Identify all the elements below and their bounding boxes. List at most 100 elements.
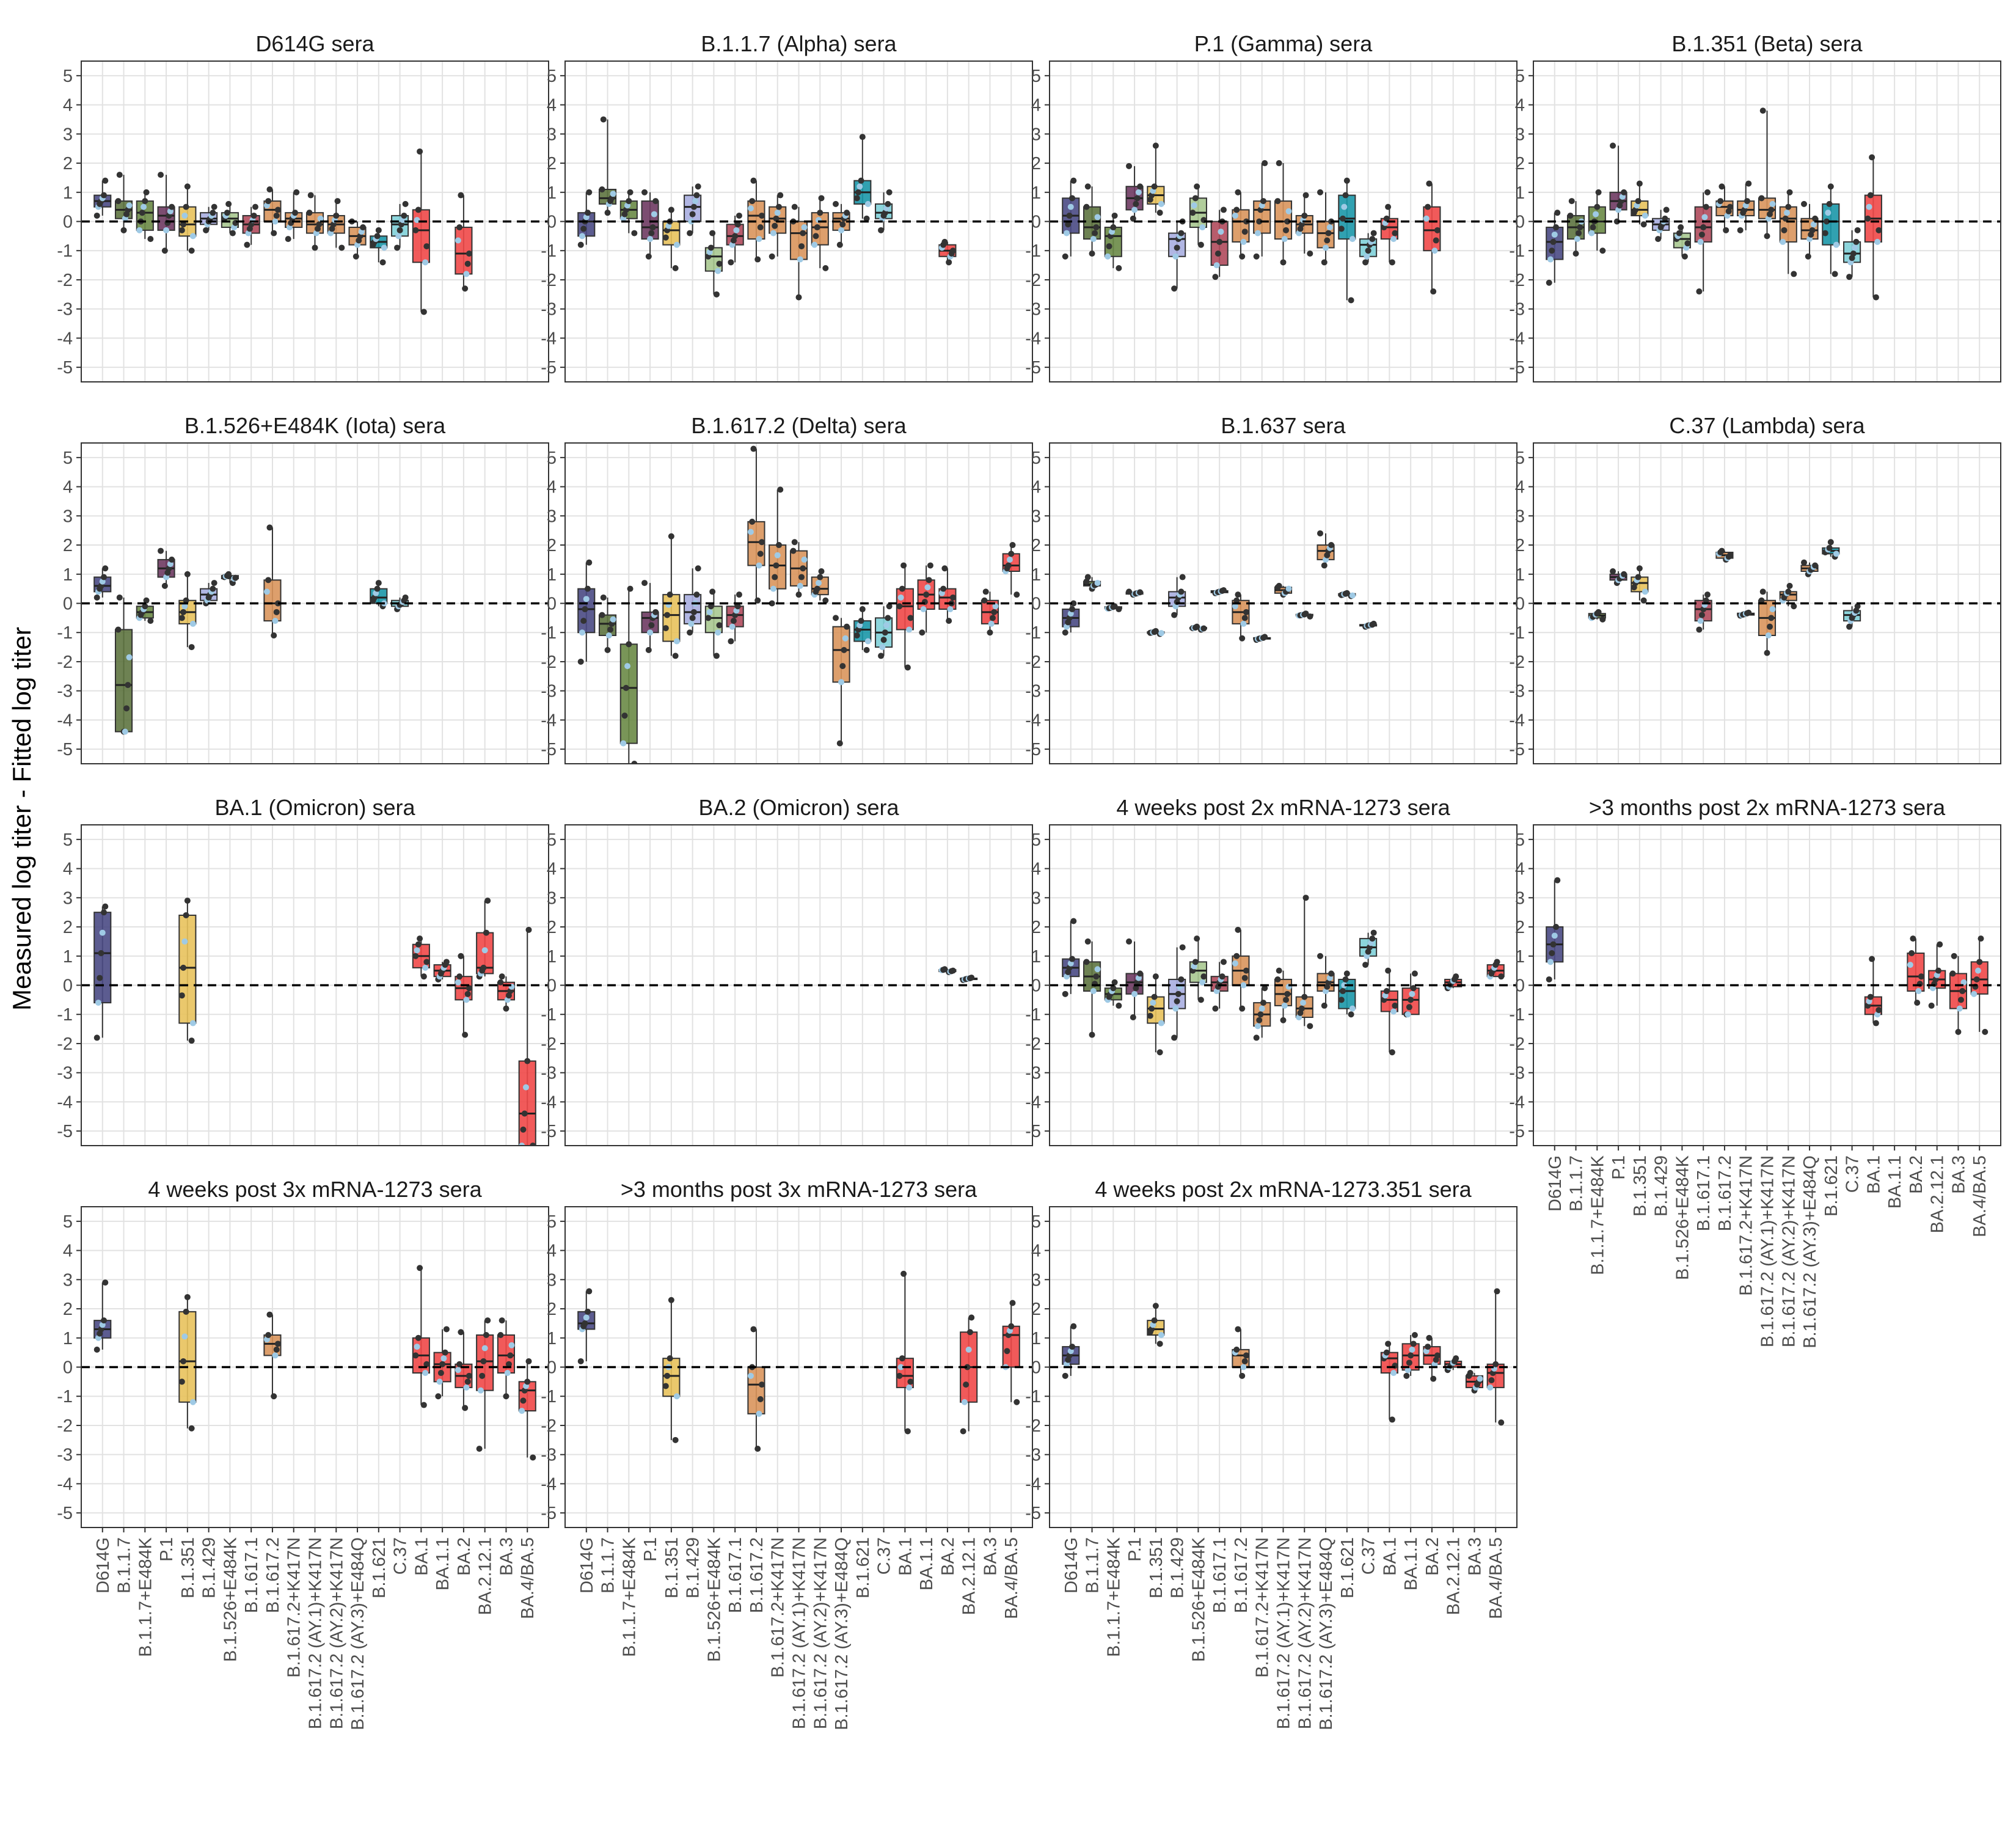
data-point	[102, 565, 109, 572]
data-point	[401, 212, 407, 219]
y-tick-label: 5	[1031, 448, 1041, 468]
x-tick-label: B.1.351	[1147, 1537, 1166, 1598]
data-point	[1199, 224, 1206, 231]
data-point	[1254, 230, 1261, 236]
data-point	[1105, 253, 1111, 260]
data-point	[1241, 615, 1248, 621]
data-point	[142, 198, 148, 205]
data-point	[1349, 592, 1356, 599]
data-point	[1745, 180, 1752, 187]
data-point	[651, 211, 657, 218]
data-point	[141, 203, 147, 210]
data-point	[1274, 198, 1281, 205]
data-point	[1678, 224, 1684, 231]
y-tick-label: 1	[547, 947, 557, 967]
y-tick-label: 5	[1031, 1212, 1041, 1232]
data-point	[777, 192, 784, 199]
y-tick-label: -3	[57, 300, 73, 320]
data-point	[1973, 976, 1980, 982]
data-point	[880, 637, 887, 643]
data-point	[169, 556, 175, 563]
data-point	[1307, 1023, 1313, 1030]
data-point	[225, 200, 232, 207]
data-point	[1069, 1344, 1076, 1350]
x-tick-label: B.1.1.7+E484K	[1588, 1155, 1607, 1275]
data-point	[1781, 227, 1788, 233]
x-tick-label: BA.1	[896, 1537, 915, 1576]
data-point	[833, 615, 839, 621]
y-tick-label: 2	[547, 154, 557, 174]
y-tick-label: -4	[1025, 711, 1041, 730]
data-point	[1343, 177, 1350, 184]
x-tick-label: B.1.617.2+K417N	[1737, 1155, 1756, 1296]
data-point	[816, 580, 822, 587]
data-point	[462, 1405, 469, 1411]
x-tick-label: B.1.621	[1822, 1155, 1841, 1217]
data-point	[770, 230, 776, 236]
data-point	[747, 205, 754, 212]
x-tick-label: B.1.429	[200, 1537, 219, 1598]
data-point	[940, 585, 947, 592]
data-point	[271, 230, 277, 236]
y-tick-label: 0	[63, 1358, 73, 1378]
data-point	[101, 909, 108, 916]
data-point	[116, 594, 123, 601]
data-point	[1134, 195, 1141, 202]
data-point	[1365, 247, 1371, 254]
x-tick-label: B.1.617.2+K417N	[285, 1537, 304, 1678]
data-point	[420, 973, 427, 980]
data-point	[1323, 244, 1329, 251]
data-point	[1321, 259, 1328, 266]
data-point	[1769, 200, 1776, 207]
data-point	[582, 1320, 588, 1326]
data-point	[1758, 195, 1765, 202]
data-point	[1302, 895, 1309, 901]
y-tick-label: -2	[57, 653, 73, 672]
y-tick-label: -2	[1025, 1416, 1041, 1436]
data-point	[577, 1358, 584, 1364]
data-point	[333, 212, 340, 219]
data-point	[1324, 237, 1331, 244]
data-point	[858, 618, 864, 624]
data-point	[579, 629, 585, 636]
y-tick-label: 3	[1515, 507, 1525, 526]
data-point	[1220, 207, 1227, 213]
data-point	[458, 953, 464, 959]
data-point	[1698, 231, 1705, 238]
data-point	[1404, 1011, 1411, 1018]
data-point	[1389, 1416, 1395, 1423]
x-tick-label: BA.4/BA.5	[1970, 1155, 1990, 1237]
data-point	[961, 1399, 968, 1405]
data-point	[95, 1000, 101, 1006]
data-point	[1089, 1031, 1095, 1038]
x-tick-label: B.1.351	[662, 1537, 682, 1598]
data-point	[988, 620, 995, 627]
x-tick-label: BA.1	[1380, 1537, 1400, 1576]
x-tick-label: B.1.526+E484K	[704, 1537, 724, 1662]
y-tick-label: -3	[1025, 1446, 1041, 1465]
data-point	[455, 979, 461, 986]
data-point	[818, 195, 825, 202]
y-tick-label: 3	[547, 507, 557, 526]
data-point	[1179, 944, 1186, 951]
x-tick-label: B.1.1.7+E484K	[136, 1537, 155, 1657]
data-point	[1826, 200, 1833, 207]
data-point	[1974, 967, 1981, 974]
data-point	[1978, 935, 1984, 942]
data-point	[1951, 953, 1957, 959]
panel-title: P.1 (Gamma) sera	[1194, 31, 1373, 56]
y-tick-label: -3	[541, 1064, 557, 1083]
data-point	[1280, 1017, 1287, 1023]
data-point	[1594, 203, 1601, 210]
data-point	[896, 603, 903, 610]
data-point	[463, 271, 470, 277]
y-tick-label: 5	[1031, 67, 1041, 86]
data-point	[178, 615, 185, 621]
data-point	[1069, 195, 1076, 202]
y-tick-label: -3	[541, 300, 557, 320]
data-point	[747, 529, 754, 535]
data-point	[1717, 198, 1724, 205]
data-point	[497, 1332, 504, 1338]
data-point	[1425, 1344, 1431, 1350]
data-point	[274, 1341, 281, 1347]
